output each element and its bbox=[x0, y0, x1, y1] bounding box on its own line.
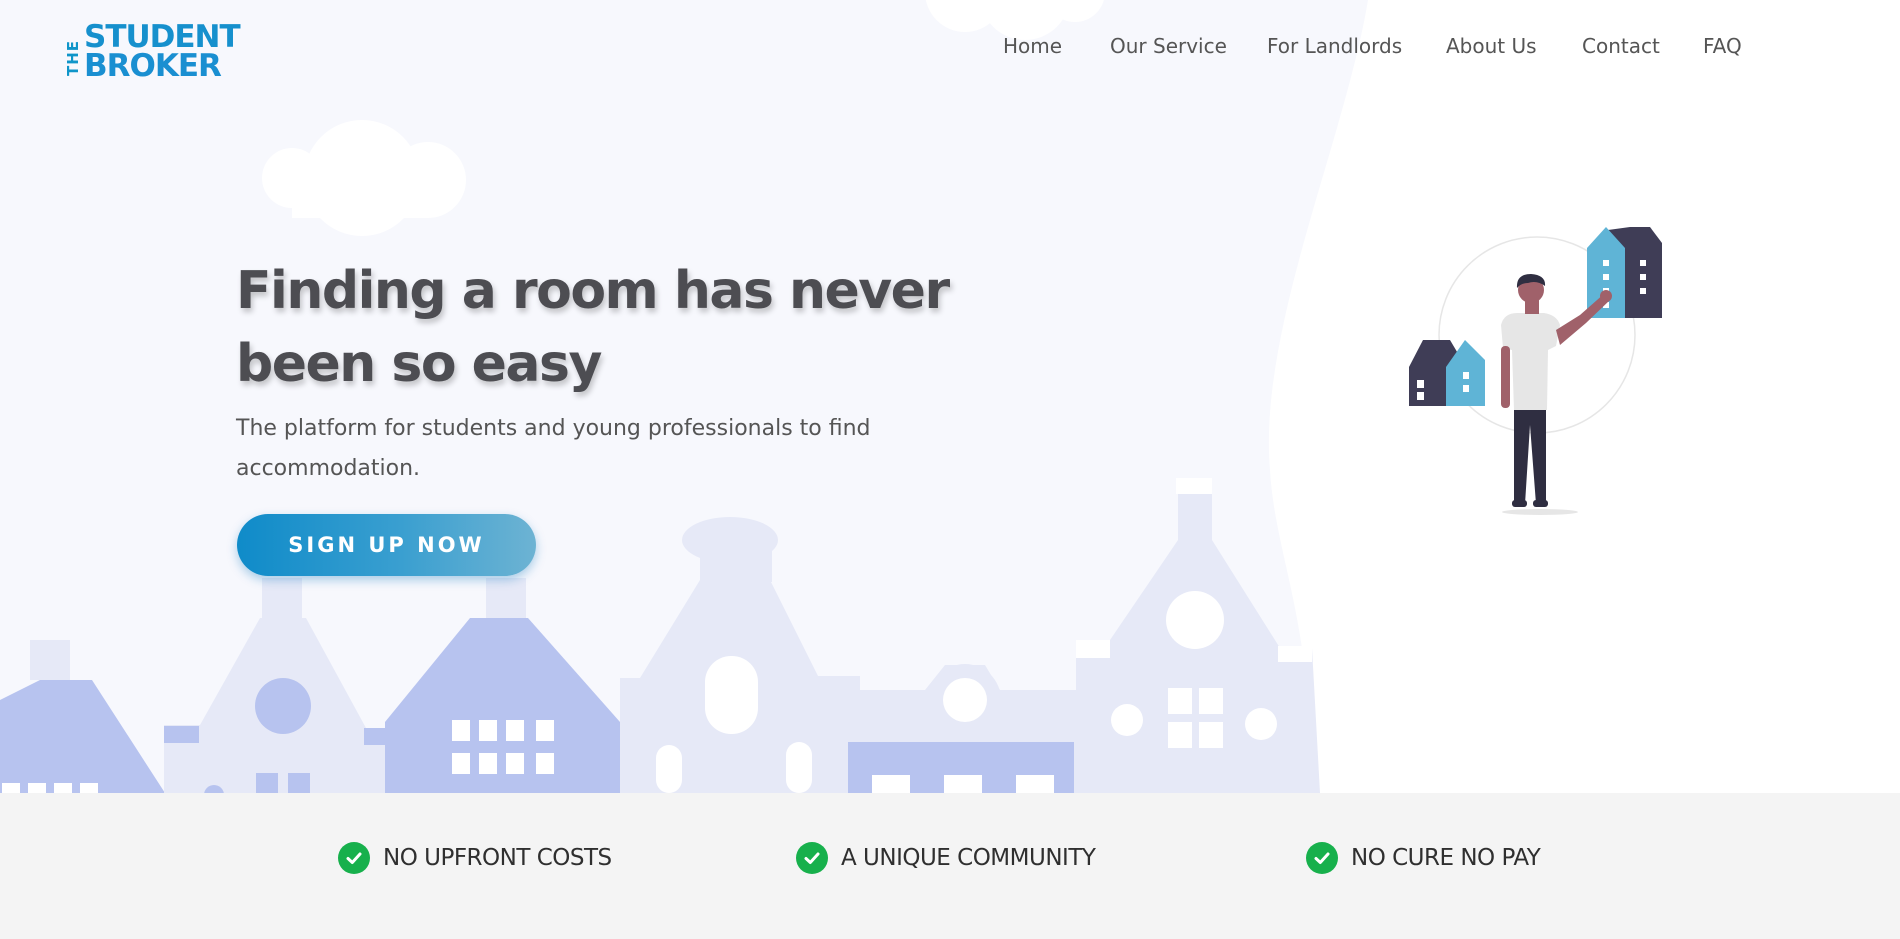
feature-label: NO CURE NO PAY bbox=[1351, 845, 1541, 871]
feature-item: NO UPFRONT COSTS bbox=[338, 840, 612, 876]
logo-vertical-text: THE bbox=[64, 39, 82, 76]
hero-subline: The platform for students and young prof… bbox=[236, 409, 926, 489]
hero-headline-line-2: been so easy bbox=[236, 334, 602, 394]
hero-subline-line-2: accommodation. bbox=[236, 456, 421, 481]
logo-line-2: BROKER bbox=[84, 48, 222, 84]
nav-home[interactable]: Home bbox=[1003, 32, 1062, 60]
feature-item: A UNIQUE COMMUNITY bbox=[796, 840, 1096, 876]
check-circle-icon bbox=[1306, 842, 1338, 874]
person-with-buildings-illustration bbox=[1409, 227, 1662, 515]
features-strip: NO UPFRONT COSTS A UNIQUE COMMUNITY NO C… bbox=[0, 793, 1900, 939]
hero-section: THE STUDENT BROKER Home Our Service For … bbox=[0, 0, 1900, 793]
hero-subline-line-1: The platform for students and young prof… bbox=[236, 416, 871, 441]
feature-label: A UNIQUE COMMUNITY bbox=[841, 845, 1096, 871]
hero-headline-line-1: Finding a room has never bbox=[236, 261, 950, 321]
check-circle-icon bbox=[796, 842, 828, 874]
hero-headline: Finding a room has never been so easy bbox=[236, 255, 956, 401]
nav-about-us[interactable]: About Us bbox=[1446, 32, 1537, 60]
feature-item: NO CURE NO PAY bbox=[1306, 840, 1541, 876]
check-circle-icon bbox=[338, 842, 370, 874]
nav-our-service[interactable]: Our Service bbox=[1110, 32, 1227, 60]
nav-contact[interactable]: Contact bbox=[1582, 32, 1660, 60]
site-logo[interactable]: THE STUDENT BROKER bbox=[64, 18, 264, 84]
feature-label: NO UPFRONT COSTS bbox=[383, 845, 612, 871]
nav-for-landlords[interactable]: For Landlords bbox=[1267, 32, 1402, 60]
nav-faq[interactable]: FAQ bbox=[1703, 32, 1742, 60]
sign-up-button[interactable]: SIGN UP NOW bbox=[237, 514, 536, 576]
